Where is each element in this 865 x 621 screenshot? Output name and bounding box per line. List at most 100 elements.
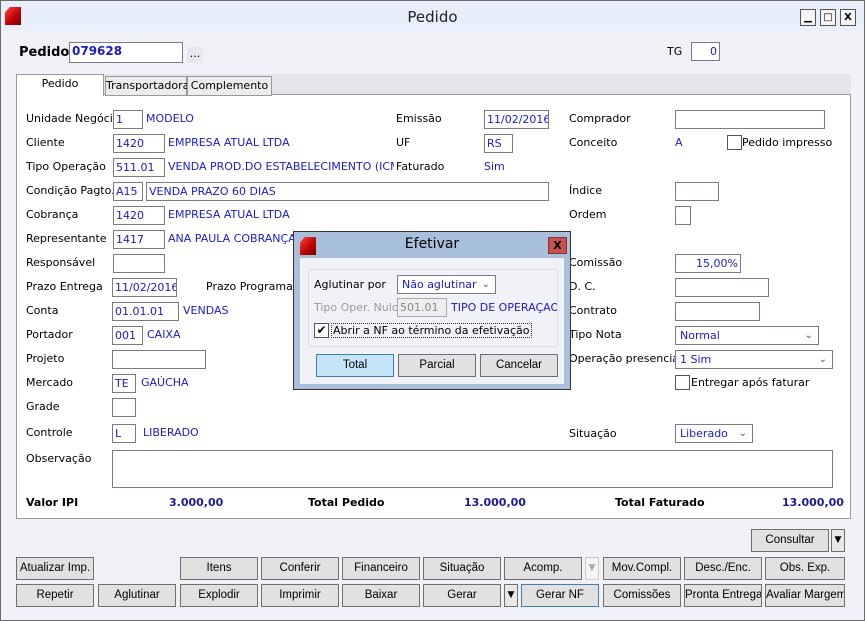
cliente-desc: EMPRESA ATUAL LTDA bbox=[168, 136, 290, 149]
situacao-value: Liberado bbox=[680, 427, 728, 440]
comissoes-button[interactable]: Comissões bbox=[603, 584, 681, 607]
entregar-apos-faturar-label: Entregar após faturar bbox=[691, 376, 810, 389]
avaliar-margem-button[interactable]: Avaliar Margem bbox=[765, 584, 845, 607]
situacao-button[interactable]: Situação bbox=[423, 557, 501, 580]
imprimir-button[interactable]: Imprimir bbox=[261, 584, 339, 607]
responsavel-label: Responsável bbox=[26, 256, 96, 269]
pedido-window: Pedido ▁ □ X Pedido 079628 ... TG 0 Pedi… bbox=[0, 0, 865, 621]
tipo-nota-label: Tipo Nota bbox=[569, 328, 622, 341]
situacao-select[interactable]: Liberado ⌄ bbox=[675, 424, 753, 443]
total-faturado-value: 13.000,00 bbox=[782, 496, 844, 509]
tab-complemento[interactable]: Complemento bbox=[187, 76, 272, 96]
tipo-oper-nulo-label: Tipo Oper. Nulo bbox=[314, 301, 399, 314]
explodir-button[interactable]: Explodir bbox=[180, 584, 258, 607]
conta-desc: VENDAS bbox=[183, 304, 229, 317]
gerar-button[interactable]: Gerar bbox=[423, 584, 501, 607]
tab-transportadora[interactable]: Transportadora bbox=[105, 76, 189, 96]
grade-input[interactable] bbox=[112, 398, 136, 417]
conferir-button[interactable]: Conferir bbox=[261, 557, 339, 580]
comprador-input[interactable] bbox=[675, 110, 825, 129]
atualizar-imp-button[interactable]: Atualizar Imp. bbox=[16, 557, 94, 580]
prazo-entrega-input[interactable]: 11/02/2016 bbox=[112, 278, 177, 297]
financeiro-button[interactable]: Financeiro bbox=[342, 557, 420, 580]
portador-input[interactable]: 001 bbox=[112, 326, 143, 345]
parcial-button[interactable]: Parcial bbox=[398, 354, 476, 377]
observacao-textarea[interactable] bbox=[112, 450, 833, 488]
consultar-dropdown-button[interactable]: ▼ bbox=[831, 529, 845, 552]
tipo-operacao-input[interactable]: 511.01 bbox=[113, 158, 165, 177]
abrir-nf-checkbox[interactable]: ✔ bbox=[314, 323, 329, 338]
cobranca-input[interactable]: 1420 bbox=[113, 206, 165, 225]
mercado-label: Mercado bbox=[26, 376, 74, 389]
itens-button[interactable]: Itens bbox=[180, 557, 258, 580]
chevron-down-icon: ⌄ bbox=[818, 354, 827, 365]
obs-exp-button[interactable]: Obs. Exp. bbox=[765, 557, 845, 580]
tipo-nota-value: Normal bbox=[680, 329, 720, 342]
chevron-down-icon: ⌄ bbox=[738, 428, 747, 439]
acomp-button[interactable]: Acomp. bbox=[504, 557, 582, 580]
grade-label: Grade bbox=[26, 400, 60, 413]
cobranca-desc: EMPRESA ATUAL LTDA bbox=[168, 208, 290, 221]
tipo-nota-select[interactable]: Normal ⌄ bbox=[675, 326, 819, 345]
operacao-presencial-select[interactable]: 1 Sim ⌄ bbox=[675, 350, 833, 369]
chevron-down-icon: ⌄ bbox=[481, 279, 490, 290]
entregar-apos-faturar-checkbox[interactable] bbox=[675, 375, 690, 390]
pedido-lookup-button[interactable]: ... bbox=[187, 47, 203, 63]
tipo-operacao-desc: VENDA PROD.DO ESTABELECIMENTO (ICMS 17 bbox=[168, 160, 394, 173]
gerar-dropdown-button[interactable]: ▼ bbox=[504, 584, 518, 607]
aglutinar-button[interactable]: Aglutinar bbox=[98, 584, 176, 607]
comissao-input[interactable]: 15,00% bbox=[675, 254, 741, 273]
ordem-input[interactable] bbox=[675, 206, 691, 225]
unidade-input[interactable]: 1 bbox=[113, 110, 143, 129]
dialog-body: Aglutinar por Não aglutinar ⌄ Tipo Oper. … bbox=[300, 258, 564, 384]
minimize-button[interactable]: ▁ bbox=[800, 9, 816, 26]
representante-input[interactable]: 1417 bbox=[113, 230, 165, 249]
total-button[interactable]: Total bbox=[316, 354, 394, 377]
pronta-entrega-button[interactable]: Pronta Entrega bbox=[684, 584, 762, 607]
indice-input[interactable] bbox=[675, 182, 719, 201]
acomp-dropdown-button[interactable]: ▼ bbox=[585, 557, 599, 580]
mov-compl-button[interactable]: Mov.Compl. bbox=[603, 557, 681, 580]
pedido-label: Pedido bbox=[19, 45, 70, 60]
baixar-button[interactable]: Baixar bbox=[342, 584, 420, 607]
indice-label: Índice bbox=[569, 184, 603, 197]
conta-input[interactable]: 01.01.01 bbox=[112, 302, 179, 321]
controle-input[interactable]: L bbox=[112, 424, 136, 443]
responsavel-input[interactable] bbox=[113, 254, 165, 273]
cancelar-button[interactable]: Cancelar bbox=[480, 354, 558, 377]
emissao-input[interactable]: 11/02/2016 bbox=[484, 110, 549, 129]
valor-ipi-label: Valor IPI bbox=[26, 496, 79, 509]
window-title: Pedido bbox=[407, 8, 458, 26]
maximize-button[interactable]: □ bbox=[820, 9, 836, 26]
pedido-impresso-checkbox[interactable] bbox=[727, 135, 742, 150]
uf-label: UF bbox=[396, 136, 411, 149]
repetir-button[interactable]: Repetir bbox=[16, 584, 94, 607]
desc-enc-button[interactable]: Desc./Enc. bbox=[684, 557, 762, 580]
contrato-input[interactable] bbox=[675, 302, 760, 321]
gerar-nf-button[interactable]: Gerar NF bbox=[521, 584, 599, 607]
aglutinar-por-label: Aglutinar por bbox=[314, 278, 386, 291]
projeto-input[interactable] bbox=[112, 350, 206, 369]
mercado-input[interactable]: TE bbox=[112, 374, 136, 393]
pedido-number-input[interactable]: 079628 bbox=[69, 42, 183, 63]
conceito-value: A bbox=[675, 136, 683, 149]
dc-input[interactable] bbox=[675, 278, 769, 297]
dialog-close-button[interactable]: X bbox=[548, 237, 567, 254]
condicao-input[interactable]: A15 bbox=[113, 182, 143, 201]
observacao-label: Observação bbox=[26, 452, 92, 465]
tab-pedido[interactable]: Pedido bbox=[16, 74, 104, 96]
faturado-value: Sim bbox=[484, 160, 505, 173]
consultar-button[interactable]: Consultar bbox=[751, 529, 829, 552]
tg-input[interactable]: 0 bbox=[691, 42, 720, 61]
tipo-operacao-label: Tipo Operação bbox=[26, 160, 106, 173]
tipo-oper-nulo-input[interactable]: 501.01 bbox=[397, 298, 447, 317]
efetivar-dialog: Efetivar X Aglutinar por Não aglutinar ⌄ … bbox=[293, 231, 571, 390]
abrir-nf-label: Abrir a NF ao término da efetivação bbox=[331, 323, 532, 338]
aglutinar-por-select[interactable]: Não aglutinar ⌄ bbox=[397, 275, 496, 294]
close-button[interactable]: X bbox=[840, 9, 856, 26]
cliente-input[interactable]: 1420 bbox=[113, 134, 165, 153]
uf-input[interactable]: RS bbox=[484, 134, 513, 153]
operacao-presencial-value: 1 Sim bbox=[680, 353, 712, 366]
contrato-label: Contrato bbox=[569, 304, 618, 317]
condicao-desc-input[interactable]: VENDA PRAZO 60 DIAS bbox=[146, 182, 549, 201]
